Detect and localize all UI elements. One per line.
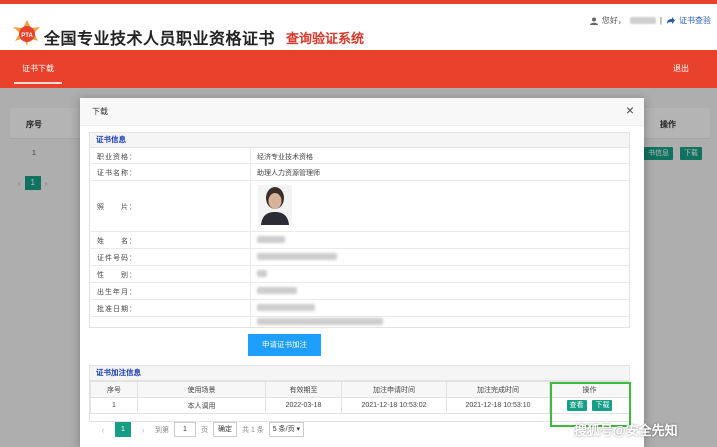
cell-scene: 本人调用 [137,397,266,414]
header-separator: | [659,16,662,25]
info-row-qualification: 职业资格： 经济专业技术资格 [90,148,629,164]
cell-seq: 1 [90,397,138,414]
cell-apply-time: 2021-12-18 10:53:02 [341,397,447,414]
info-row-name: 姓 名： [90,232,629,249]
page-current[interactable]: 1 [115,422,131,437]
info-row-id-number: 证件号码： [90,249,629,266]
info-row-birth: 出生年月： [90,283,629,300]
col-header: 使用场景 [137,381,266,398]
info-value-redacted [257,253,337,262]
info-value-redacted [257,318,383,327]
page-size-select[interactable]: 5 条/页 ▾ [268,422,305,437]
info-label: 职业资格： [97,154,137,161]
info-value-redacted [257,270,267,279]
goto-page-input[interactable]: 1 [174,422,196,437]
pagination: ‹ 1 › 到第 1 页 确定 共 1 条 5 条/页 ▾ [96,422,305,437]
info-label: 性 别： [97,272,137,279]
next-page-icon[interactable]: › [136,423,150,437]
nav-cert-download[interactable]: 证书下载 [8,50,68,88]
logout-link[interactable]: 退出 [673,50,689,88]
id-photo [258,185,292,225]
confirm-button[interactable]: 确定 [213,422,237,437]
info-row-cert-name: 证书名称： 助理人力资源管理师 [90,164,629,181]
prev-page-icon[interactable]: ‹ [96,423,110,437]
info-value-redacted [257,304,315,313]
apply-annotation-button[interactable]: 申请证书加注 [248,334,321,356]
info-label: 证件号码： [97,255,137,262]
site-subtitle: 查询验证系统 [286,31,365,46]
header-user-area: 您好， | 证书查验 [589,15,711,26]
pta-logo-icon: PTA [13,20,40,46]
info-row-gender: 性 别： [90,266,629,283]
col-header: 序号 [90,381,138,398]
info-value-redacted [257,236,285,245]
dialog-header: 下载 × [80,98,644,126]
info-row-photo: 照 片： [90,181,629,232]
site-title: 全国专业技术人员职业资格证书 [44,31,276,48]
info-label: 照 片： [97,204,137,211]
main-nav: 证书下载 退出 [0,50,717,88]
cert-info-panel: 证书信息 职业资格： 经济专业技术资格 证书名称： 助理人力资源管理师 照 片： [89,132,630,328]
col-header: 有效期至 [265,381,342,398]
col-header: 加注完成时间 [446,381,550,398]
total-count: 共 1 条 [242,426,264,434]
greeting-text: 您好， [601,16,626,25]
user-icon [589,17,598,25]
username-redacted [629,17,656,24]
info-value: 经济专业技术资格 [257,154,313,161]
cert-verify-link[interactable]: 证书查验 [679,15,711,26]
col-header: 加注申请时间 [341,381,447,398]
info-label: 批准日期： [97,306,137,313]
info-row-issuer [90,317,629,327]
share-arrow-icon [667,17,675,24]
logo-text: PTA [21,33,33,39]
annotation-table: 序号 使用场景 有效期至 加注申请时间 加注完成时间 操作 1 本人调用 202… [90,381,630,414]
annotation-table-header: 序号 使用场景 有效期至 加注申请时间 加注完成时间 操作 [90,381,630,398]
info-label: 出生年月： [97,289,137,296]
annotation-panel: 证书加注信息 序号 使用场景 有效期至 加注申请时间 加注完成时间 操作 1 本… [89,365,630,422]
annotation-heading: 证书加注信息 [90,366,629,381]
table-row: 1 本人调用 2022-03-18 2021-12-18 10:53:02 20… [90,397,630,414]
cell-complete-time: 2021-12-18 10:53:10 [446,397,550,414]
cert-info-heading: 证书信息 [90,133,629,148]
page-unit: 页 [201,426,208,434]
info-label: 证书名称： [97,170,137,177]
info-row-approval-date: 批准日期： [90,300,629,317]
info-value-redacted [257,287,297,296]
cell-valid-until: 2022-03-18 [265,397,342,414]
watermark: 搜狐号@安全先知 [574,423,678,438]
dialog-title: 下载 [92,107,108,116]
goto-label: 到第 [155,426,169,434]
site-header: PTA 全国专业技术人员职业资格证书 查询验证系统 您好， | 证书查验 [0,4,717,50]
info-value: 助理人力资源管理师 [257,170,320,177]
info-label: 姓 名： [97,238,137,245]
close-icon[interactable]: × [626,103,634,117]
